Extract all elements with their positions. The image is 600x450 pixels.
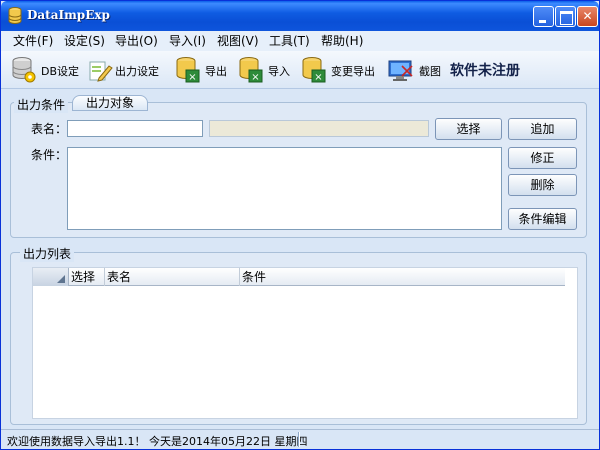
unregistered-notice: 软件未注册	[450, 63, 520, 79]
change-export-icon: ×	[302, 57, 326, 83]
database-app-icon	[8, 7, 22, 24]
db-settings-label: DB设定	[41, 65, 80, 78]
table-name-display	[209, 120, 429, 137]
app-window: DataImpExp ✕ 文件(F) 设定(S) 导出(O) 导入(I) 视图(…	[0, 0, 600, 450]
modify-button[interactable]: 修正	[508, 147, 577, 169]
menu-view[interactable]: 视图(V)	[217, 33, 259, 49]
import-database-icon: ×	[239, 57, 263, 83]
grid-select-all-corner[interactable]	[33, 268, 69, 286]
menu-help[interactable]: 帮助(H)	[321, 33, 363, 49]
maximize-button[interactable]	[555, 6, 576, 27]
import-label: 导入	[268, 65, 290, 78]
export-database-icon: ×	[176, 57, 200, 83]
status-message: 欢迎使用数据导入导出1.1！ 今天是2014年05月22日 星期四	[7, 435, 308, 448]
edit-document-icon	[89, 61, 113, 82]
column-header-condition[interactable]: 条件	[240, 268, 565, 286]
output-condition-title: 出力条件	[14, 96, 69, 113]
status-separator	[298, 432, 300, 447]
output-list-grid[interactable]: 选择 表名 条件	[32, 267, 578, 419]
window-title: DataImpExp	[27, 8, 110, 22]
column-header-select[interactable]: 选择	[69, 268, 105, 286]
menu-bar: 文件(F) 设定(S) 导出(O) 导入(I) 视图(V) 工具(T) 帮助(H…	[1, 31, 599, 51]
menu-tools[interactable]: 工具(T)	[269, 33, 310, 49]
menu-export[interactable]: 导出(O)	[115, 33, 158, 49]
minimize-button[interactable]	[533, 6, 554, 27]
svg-text:×: ×	[251, 72, 259, 83]
close-button[interactable]: ✕	[577, 6, 598, 27]
menu-import[interactable]: 导入(I)	[169, 33, 206, 49]
output-settings-label: 出力设定	[115, 65, 159, 78]
tab-output-target[interactable]: 出力对象	[72, 95, 148, 111]
export-button[interactable]: × 导出	[175, 55, 229, 85]
toolbar: DB设定 出力设定 × 导出 × 导入 × 变更导出 截图 软件未注册	[1, 51, 599, 89]
export-label: 导出	[205, 65, 227, 78]
edit-condition-button[interactable]: 条件编辑	[508, 208, 577, 230]
import-button[interactable]: × 导入	[238, 55, 292, 85]
menu-file[interactable]: 文件(F)	[13, 33, 53, 49]
screenshot-label: 截图	[419, 65, 441, 78]
status-bar: 欢迎使用数据导入导出1.1！ 今天是2014年05月22日 星期四	[1, 429, 599, 449]
database-gear-icon	[12, 57, 36, 83]
output-settings-button[interactable]: 出力设定	[87, 55, 163, 85]
db-settings-button[interactable]: DB设定	[11, 55, 80, 85]
change-export-button[interactable]: × 变更导出	[301, 55, 381, 85]
svg-text:×: ×	[188, 72, 196, 83]
monitor-scissors-icon	[388, 60, 413, 81]
svg-text:×: ×	[314, 72, 322, 83]
title-bar[interactable]: DataImpExp ✕	[1, 1, 599, 31]
add-button[interactable]: 追加	[508, 118, 577, 140]
menu-settings[interactable]: 设定(S)	[64, 33, 105, 49]
table-name-label: 表名：	[31, 122, 68, 136]
condition-textarea[interactable]	[67, 147, 502, 230]
grid-header: 选择 表名 条件	[33, 268, 565, 286]
select-button[interactable]: 选择	[435, 118, 502, 140]
change-export-label: 变更导出	[331, 65, 375, 78]
delete-button[interactable]: 删除	[508, 174, 577, 196]
screenshot-button[interactable]: 截图	[388, 55, 444, 85]
table-name-input[interactable]	[67, 120, 203, 137]
column-header-table-name[interactable]: 表名	[105, 268, 240, 286]
output-list-title: 出力列表	[20, 245, 75, 262]
condition-label: 条件：	[31, 148, 68, 162]
